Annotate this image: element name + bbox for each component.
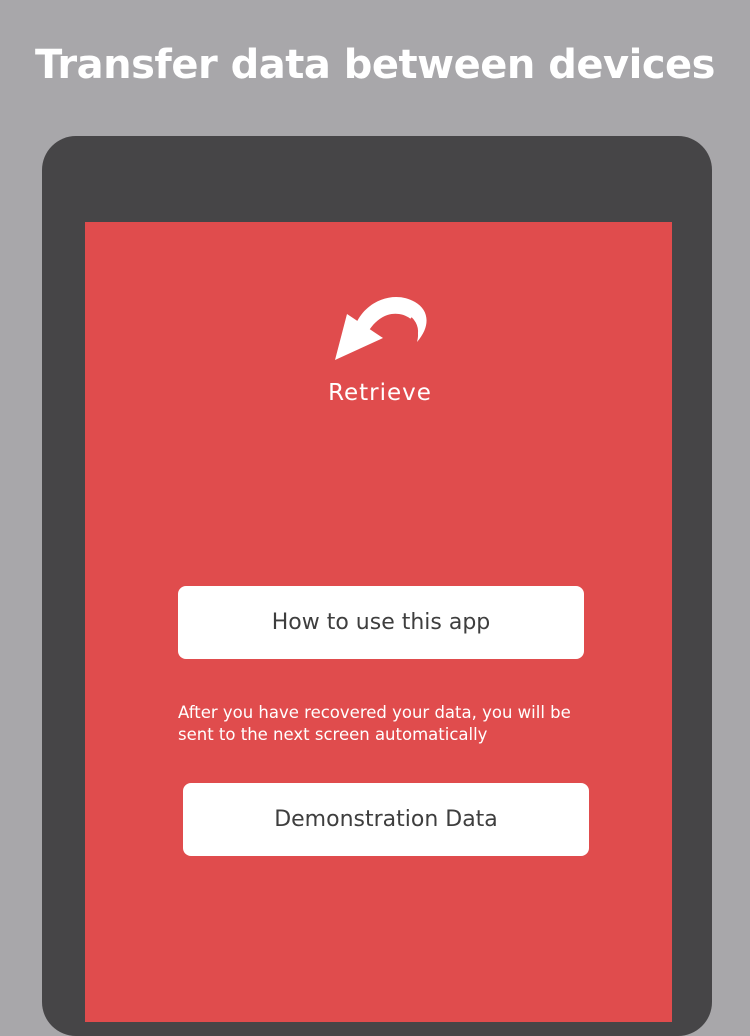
promo-headline: Transfer data between devices xyxy=(35,42,715,88)
auto-redirect-note: After you have recovered your data, you … xyxy=(178,703,571,744)
how-to-use-label: How to use this app xyxy=(271,610,491,635)
demonstration-data-label: Demonstration Data xyxy=(274,807,498,832)
how-to-use-button[interactable]: How to use this app xyxy=(178,586,584,659)
app-logo-title: Retrieve xyxy=(328,380,432,406)
demonstration-data-button[interactable]: Demonstration Data xyxy=(183,783,589,856)
curved-arrow-down-left-icon xyxy=(335,296,427,360)
